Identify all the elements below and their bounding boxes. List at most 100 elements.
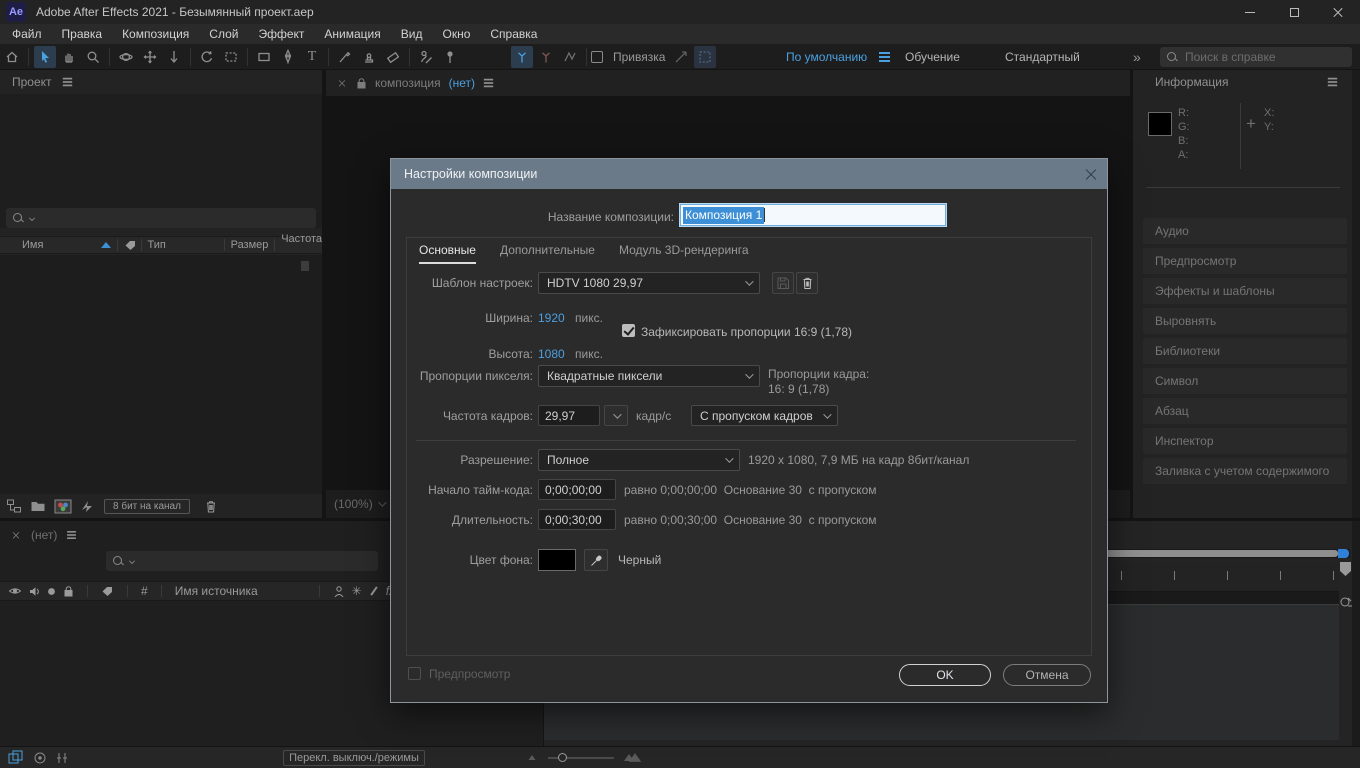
project-items-list[interactable]: [0, 255, 322, 494]
dialog-close-icon[interactable]: [1084, 167, 1098, 181]
pixel-aspect-dropdown[interactable]: Квадратные пиксели: [538, 365, 760, 387]
zoom-out-mountain-icon[interactable]: [528, 755, 536, 760]
trash-icon[interactable]: [204, 499, 218, 514]
marker-icon[interactable]: [1339, 561, 1352, 577]
menu-item[interactable]: Анимация: [314, 24, 390, 44]
viewer-tab-label[interactable]: композиция: [375, 76, 441, 90]
dialog-title-bar[interactable]: Настройки композиции: [391, 159, 1107, 189]
panel-menu-icon[interactable]: [67, 534, 77, 536]
draft-3d-icon[interactable]: [33, 751, 47, 765]
live-update-icon[interactable]: [8, 750, 23, 765]
pan-camera-icon[interactable]: [139, 46, 161, 68]
comp-marker-bin-icon[interactable]: [1339, 595, 1353, 609]
viewer-zoom-value[interactable]: (100%): [334, 497, 373, 511]
menu-item[interactable]: Слой: [199, 24, 248, 44]
info-panel-title[interactable]: Информация: [1155, 75, 1228, 89]
preset-dropdown[interactable]: HDTV 1080 29,97: [538, 272, 760, 294]
preview-checkbox[interactable]: [408, 667, 421, 680]
panel-splitter[interactable]: [1130, 70, 1133, 518]
project-panel-title[interactable]: Проект: [12, 75, 52, 89]
new-composition-icon[interactable]: [54, 499, 72, 514]
selection-tool-icon[interactable]: [34, 45, 56, 68]
help-search-input[interactable]: [1183, 49, 1333, 65]
workspace-tab-learning[interactable]: Обучение: [905, 44, 960, 70]
orbit-camera-icon[interactable]: [115, 46, 137, 68]
drop-frame-dropdown[interactable]: С пропуском кадров: [691, 405, 838, 426]
puppet-pin-icon[interactable]: [439, 46, 461, 68]
snap-checkbox[interactable]: [591, 50, 603, 63]
motion-blur-icon[interactable]: ✳: [352, 584, 362, 598]
eye-icon[interactable]: [8, 586, 22, 596]
ok-button[interactable]: OK: [899, 664, 991, 686]
menu-item[interactable]: Композиция: [112, 24, 199, 44]
help-search-box[interactable]: [1160, 47, 1352, 67]
workspace-overflow-button[interactable]: »: [1133, 44, 1141, 70]
collapsed-panel-tab[interactable]: Заливка с учетом содержимого: [1143, 458, 1347, 484]
tab-3d-renderer[interactable]: Модуль 3D-рендеринга: [619, 243, 749, 264]
audio-icon[interactable]: [29, 586, 40, 597]
tab-close-icon[interactable]: [12, 531, 20, 539]
color-depth-button[interactable]: 8 бит на канал: [104, 498, 190, 514]
home-icon[interactable]: [1, 46, 23, 68]
flowchart-icon[interactable]: [6, 498, 22, 514]
axis-local-icon[interactable]: [511, 45, 533, 68]
column-type[interactable]: Тип: [147, 239, 165, 251]
type-tool-icon[interactable]: T: [301, 46, 323, 68]
rectangle-tool-icon[interactable]: [253, 46, 275, 68]
lock-icon[interactable]: [63, 585, 74, 597]
panel-menu-icon[interactable]: [62, 81, 72, 83]
resolution-dropdown[interactable]: Полное: [538, 449, 740, 471]
tag-icon[interactable]: [101, 585, 114, 597]
roto-brush-icon[interactable]: [415, 46, 437, 68]
frame-rate-dropdown-button[interactable]: [604, 405, 628, 426]
workspace-menu-icon[interactable]: [879, 56, 891, 58]
cancel-button[interactable]: Отмена: [1003, 664, 1091, 686]
tab-basic[interactable]: Основные: [419, 243, 476, 264]
timeline-tab-status[interactable]: (нет): [31, 528, 57, 542]
collapsed-panel-tab[interactable]: Эффекты и шаблоны: [1143, 278, 1347, 304]
save-preset-button[interactable]: [772, 272, 794, 294]
menu-item[interactable]: Правка: [52, 24, 113, 44]
menu-item[interactable]: Справка: [480, 24, 547, 44]
project-search-box[interactable]: [6, 208, 316, 228]
color-depth-icon[interactable]: [80, 499, 96, 513]
tab-advanced[interactable]: Дополнительные: [500, 243, 595, 264]
lock-icon[interactable]: [356, 77, 367, 89]
timeline-zoom-knob[interactable]: [558, 753, 567, 762]
column-name[interactable]: Имя: [22, 239, 43, 251]
height-value[interactable]: 1080: [538, 347, 565, 361]
collapsed-panel-tab[interactable]: Предпросмотр: [1143, 248, 1347, 274]
shy-icon[interactable]: [333, 585, 345, 598]
region-of-interest-icon[interactable]: [694, 45, 717, 68]
frame-blend-icon[interactable]: [370, 586, 378, 596]
toggle-switches-modes-button[interactable]: Перекл. выключ./режимы: [283, 750, 425, 766]
start-timecode-input[interactable]: 0;00;00;00: [538, 479, 616, 500]
lock-aspect-checkbox[interactable]: [622, 324, 635, 337]
tag-icon[interactable]: [124, 239, 135, 251]
column-rate[interactable]: Частота _: [281, 233, 322, 257]
new-folder-icon[interactable]: [30, 499, 46, 513]
stamp-tool-icon[interactable]: [358, 46, 380, 68]
collapsed-panel-tab[interactable]: Инспектор: [1143, 428, 1347, 454]
tab-close-icon[interactable]: [338, 79, 346, 87]
menu-item[interactable]: Окно: [432, 24, 480, 44]
workspace-tab-default[interactable]: По умолчанию: [786, 44, 891, 70]
zoom-in-mountains-icon[interactable]: [624, 753, 642, 762]
solo-icon[interactable]: [47, 587, 56, 596]
column-size[interactable]: Размер: [231, 239, 269, 251]
delete-preset-button[interactable]: [796, 272, 818, 294]
bg-color-swatch[interactable]: [538, 549, 576, 571]
zoom-tool-icon[interactable]: [82, 46, 104, 68]
maximize-button[interactable]: [1272, 0, 1316, 24]
panel-splitter[interactable]: [322, 70, 326, 518]
column-source-name[interactable]: Имя источника: [175, 584, 258, 598]
minimize-button[interactable]: [1228, 0, 1272, 24]
close-button[interactable]: [1316, 0, 1360, 24]
brush-tool-icon[interactable]: [334, 46, 356, 68]
width-value[interactable]: 1920: [538, 311, 565, 325]
duration-input[interactable]: 0;00;30;00: [538, 509, 616, 530]
hand-tool-icon[interactable]: [58, 46, 80, 68]
collapsed-panel-tab[interactable]: Библиотеки: [1143, 338, 1347, 364]
rotate-tool-icon[interactable]: [196, 46, 218, 68]
camera-region-icon[interactable]: [220, 46, 242, 68]
